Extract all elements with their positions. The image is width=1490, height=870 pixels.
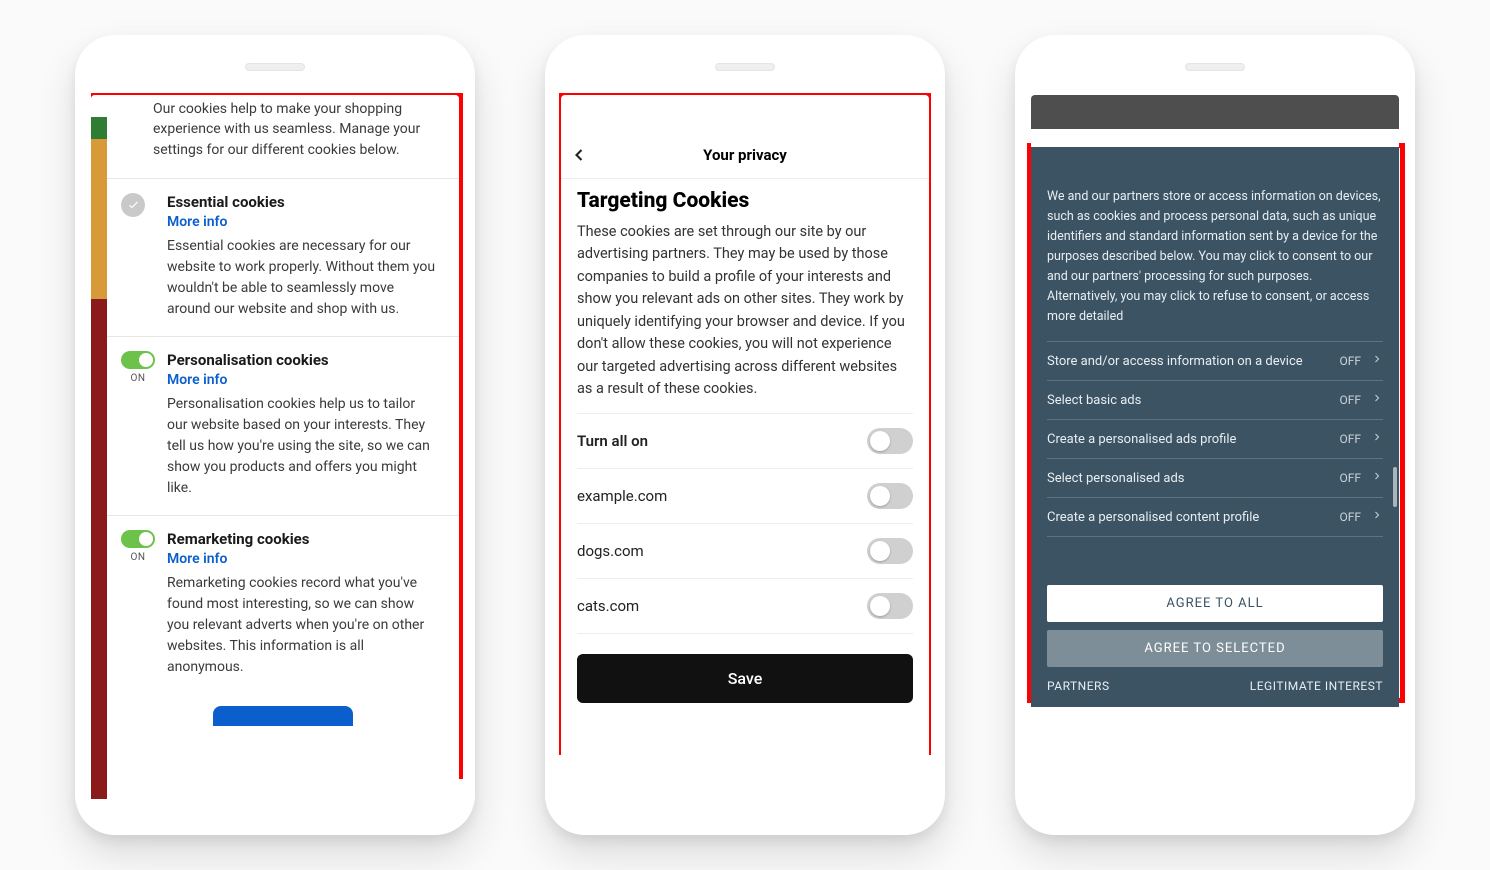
purpose-label: Create a personalised ads profile [1047, 432, 1329, 447]
agree-selected-button[interactable]: AGREE TO SELECTED [1047, 630, 1383, 667]
more-info-link[interactable]: More info [167, 551, 437, 567]
purpose-label: Select basic ads [1047, 393, 1329, 408]
chevron-right-icon [1371, 470, 1383, 486]
phone-speaker [245, 63, 305, 71]
toggle-label: OFF [1339, 393, 1361, 407]
bg-stripe [91, 117, 107, 139]
consent-intro: We and our partners store or access info… [1047, 187, 1383, 327]
bg-stripe [91, 139, 107, 299]
page-heading: Targeting Cookies [577, 189, 913, 213]
section-title: Remarketing cookies [167, 530, 437, 548]
chevron-right-icon [1371, 392, 1383, 408]
section-title: Personalisation cookies [167, 351, 437, 369]
chevron-right-icon [1371, 509, 1383, 525]
toggle-switch[interactable] [867, 428, 913, 454]
toggle-switch[interactable] [121, 530, 155, 548]
screen: Our cookies help to make your shopping e… [91, 95, 459, 811]
modal-header: Your privacy [561, 131, 929, 179]
toggle-switch[interactable] [121, 351, 155, 369]
phone-mockup-3: We and our partners store or access info… [1015, 35, 1415, 835]
row-label: cats.com [577, 597, 639, 615]
toggle-row: dogs.com [577, 524, 913, 579]
page-description: These cookies are set through our site b… [577, 221, 913, 401]
intro-text: Our cookies help to make your shopping e… [107, 95, 459, 178]
more-info-link[interactable]: More info [167, 214, 437, 230]
toggle-switch[interactable] [867, 593, 913, 619]
section-desc: Essential cookies are necessary for our … [167, 236, 437, 320]
primary-button[interactable] [213, 706, 353, 726]
check-icon [121, 193, 145, 217]
scrollbar-thumb[interactable] [1393, 467, 1397, 507]
toggle-label: OFF [1339, 471, 1361, 485]
bg-stripe [91, 299, 107, 799]
section-desc: Remarketing cookies record what you've f… [167, 573, 437, 678]
toggle-state-label: ON [121, 552, 155, 563]
toggle-label: OFF [1339, 354, 1361, 368]
top-nav-bar [1031, 95, 1399, 129]
toggle-state-label: ON [121, 373, 155, 384]
section-desc: Personalisation cookies help us to tailo… [167, 394, 437, 499]
purpose-item[interactable]: Select personalised ads OFF [1047, 458, 1383, 497]
consent-panel: We and our partners store or access info… [1031, 147, 1399, 707]
purpose-label: Store and/or access information on a dev… [1047, 354, 1329, 369]
cookie-section-remarketing: ON Remarketing cookies More info Remarke… [107, 515, 459, 694]
toggle-row: cats.com [577, 579, 913, 634]
toggle-switch[interactable] [867, 538, 913, 564]
chevron-left-icon [569, 145, 589, 165]
toggle-row: example.com [577, 469, 913, 524]
purpose-item[interactable]: Store and/or access information on a dev… [1047, 341, 1383, 380]
purpose-label: Create a personalised content profile [1047, 510, 1329, 525]
cookie-section-essential: Essential cookies More info Essential co… [107, 178, 459, 336]
phone-mockup-1: Our cookies help to make your shopping e… [75, 35, 475, 835]
toggle-row-all: Turn all on [577, 413, 913, 469]
phone-speaker [715, 63, 775, 71]
screen: Your privacy Targeting Cookies These coo… [561, 95, 929, 811]
purpose-list: Store and/or access information on a dev… [1047, 341, 1383, 577]
toggle-switch[interactable] [867, 483, 913, 509]
section-title: Essential cookies [167, 193, 437, 211]
cookie-section-personalisation: ON Personalisation cookies More info Per… [107, 336, 459, 515]
partners-link[interactable]: PARTNERS [1047, 679, 1110, 693]
footer-links: PARTNERS LEGITIMATE INTEREST [1047, 679, 1383, 693]
phone-speaker [1185, 63, 1245, 71]
toggle-label: OFF [1339, 432, 1361, 446]
screen: We and our partners store or access info… [1031, 95, 1399, 811]
row-label: dogs.com [577, 542, 644, 560]
save-button[interactable]: Save [577, 654, 913, 703]
purpose-item[interactable]: Create a personalised ads profile OFF [1047, 419, 1383, 458]
agree-all-button[interactable]: AGREE TO ALL [1047, 585, 1383, 622]
chevron-right-icon [1371, 353, 1383, 369]
cookie-settings-panel: Our cookies help to make your shopping e… [107, 95, 459, 811]
row-label: example.com [577, 487, 667, 505]
phone-mockup-2: Your privacy Targeting Cookies These coo… [545, 35, 945, 835]
header-title: Your privacy [703, 146, 787, 164]
legitimate-interest-link[interactable]: LEGITIMATE INTEREST [1250, 679, 1383, 693]
more-info-link[interactable]: More info [167, 372, 437, 388]
purpose-item[interactable]: Select basic ads OFF [1047, 380, 1383, 419]
row-label: Turn all on [577, 432, 648, 450]
purpose-label: Select personalised ads [1047, 471, 1329, 486]
chevron-right-icon [1371, 431, 1383, 447]
toggle-label: OFF [1339, 510, 1361, 524]
back-button[interactable] [569, 145, 589, 169]
purpose-item[interactable]: Create a personalised content profile OF… [1047, 497, 1383, 537]
